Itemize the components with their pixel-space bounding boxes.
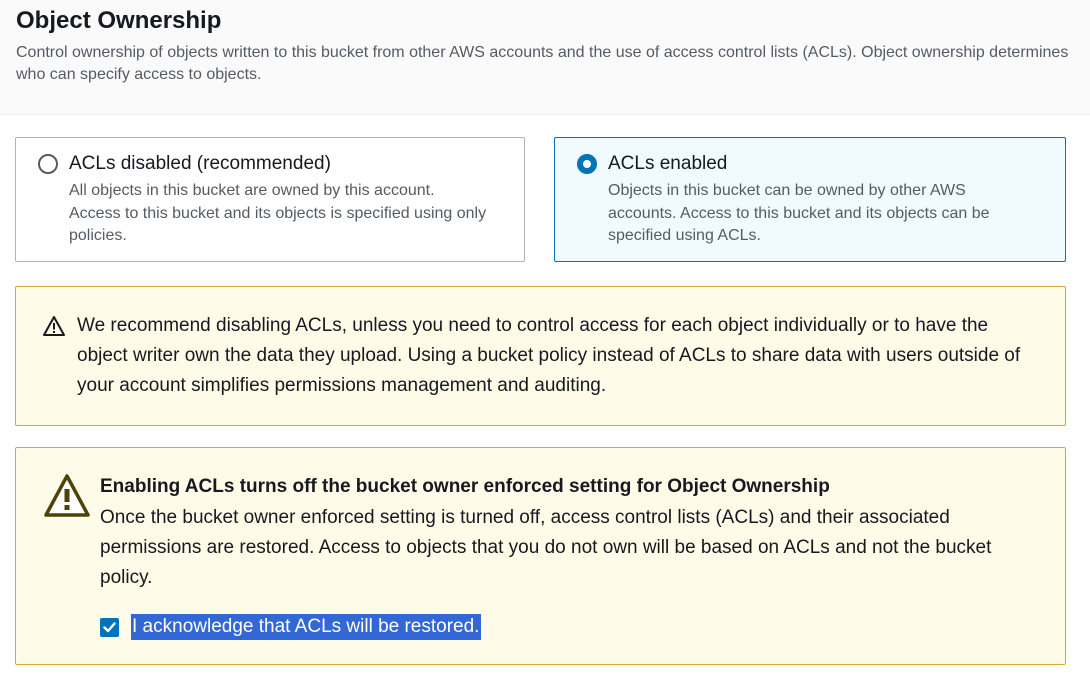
warning-heading: Enabling ACLs turns off the bucket owner… (100, 476, 830, 497)
checkmark-icon (103, 621, 116, 632)
recommendation-text: We recommend disabling ACLs, unless you … (77, 315, 1021, 396)
acl-warning-alert: Enabling ACLs turns off the bucket owner… (15, 447, 1066, 665)
acknowledge-row[interactable]: I acknowledge that ACLs will be restored… (100, 613, 482, 641)
option-label: ACLs disabled (recommended) (69, 153, 331, 174)
recommendation-alert: We recommend disabling ACLs, unless you … (15, 286, 1066, 426)
option-acls-disabled[interactable]: ACLs disabled (recommended) All objects … (15, 137, 525, 262)
option-description: Objects in this bucket can be owned by o… (608, 182, 990, 244)
page-title: Object Ownership (16, 7, 222, 34)
radio-acls-disabled[interactable] (38, 154, 58, 174)
section-header: Object Ownership Control ownership of ob… (0, 0, 1090, 115)
warning-icon (44, 473, 90, 519)
option-description: All objects in this bucket are owned by … (69, 182, 487, 244)
acknowledge-checkbox[interactable] (100, 617, 119, 637)
radio-acls-enabled[interactable] (577, 154, 597, 174)
section-description: Control ownership of objects written to … (16, 44, 1069, 83)
warning-icon (43, 315, 65, 337)
warning-body: Once the bucket owner enforced setting i… (100, 507, 992, 588)
option-acls-enabled[interactable]: ACLs enabled Objects in this bucket can … (554, 137, 1066, 262)
option-label: ACLs enabled (608, 153, 728, 174)
acknowledge-label[interactable]: I acknowledge that ACLs will be restored… (131, 614, 482, 640)
